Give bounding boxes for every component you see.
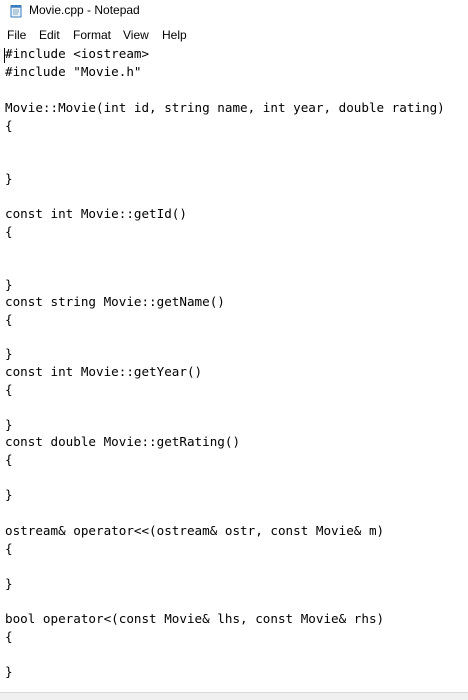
code-line: { bbox=[5, 118, 13, 133]
code-line: } bbox=[5, 171, 13, 186]
menu-edit[interactable]: Edit bbox=[39, 28, 60, 42]
code-line: { bbox=[5, 541, 13, 556]
code-line: } bbox=[5, 346, 13, 361]
title-bar[interactable]: Movie.cpp - Notepad bbox=[0, 0, 468, 24]
code-line: } bbox=[5, 417, 13, 432]
menu-bar: File Edit Format View Help bbox=[0, 26, 468, 45]
code-line: ostream& operator<<(ostream& ostr, const… bbox=[5, 523, 385, 538]
window-title: Movie.cpp - Notepad bbox=[29, 3, 140, 17]
notepad-icon bbox=[10, 5, 22, 18]
code-line: bool operator<(const Movie& lhs, const M… bbox=[5, 611, 385, 626]
code-line: Movie::Movie(int id, string name, int ye… bbox=[5, 100, 445, 115]
code-line: } bbox=[5, 487, 13, 502]
notepad-window: Movie.cpp - Notepad File Edit Format Vie… bbox=[0, 0, 468, 700]
code-line: { bbox=[5, 224, 13, 239]
code-line: const double Movie::getRating() bbox=[5, 434, 241, 449]
code-line: #include "Movie.h" bbox=[5, 64, 142, 79]
code-line: } bbox=[5, 576, 13, 591]
code-line: { bbox=[5, 452, 13, 467]
menu-file[interactable]: File bbox=[7, 28, 26, 42]
code-line: #include <iostream> bbox=[5, 46, 150, 61]
code-line: { bbox=[5, 629, 13, 644]
code-line: } bbox=[5, 277, 13, 292]
menu-help[interactable]: Help bbox=[162, 28, 187, 42]
code-line: { bbox=[5, 382, 13, 397]
code-line: const string Movie::getName() bbox=[5, 294, 225, 309]
menu-format[interactable]: Format bbox=[73, 28, 111, 42]
window-bottom-edge bbox=[0, 692, 468, 700]
code-line: { bbox=[5, 312, 13, 327]
code-line: const int Movie::getId() bbox=[5, 206, 187, 221]
code-line: } bbox=[5, 664, 13, 679]
text-editor-area[interactable]: #include <iostream> #include "Movie.h" M… bbox=[0, 45, 468, 692]
code-line: const int Movie::getYear() bbox=[5, 364, 203, 379]
menu-view[interactable]: View bbox=[123, 28, 149, 42]
